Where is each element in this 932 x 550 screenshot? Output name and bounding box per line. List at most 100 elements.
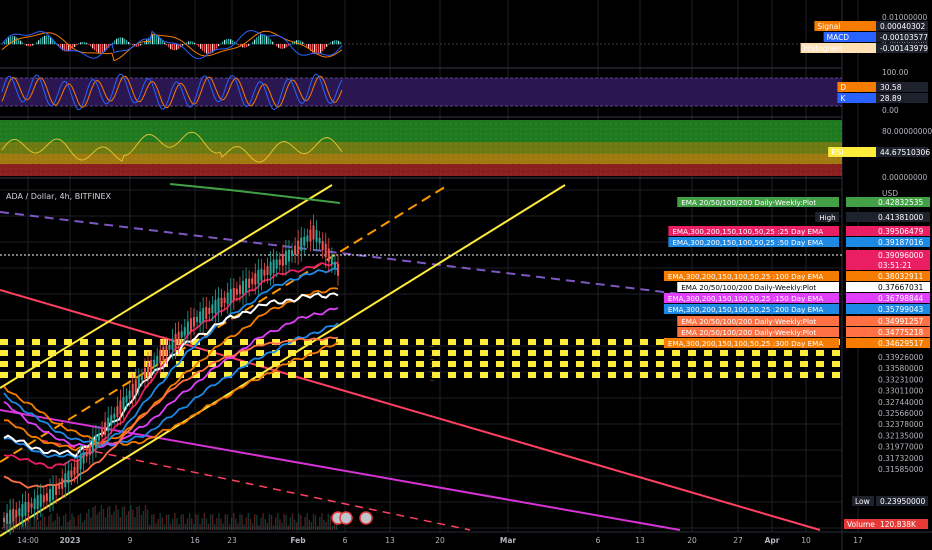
macd-histogram-bar [168, 44, 170, 48]
macd-histogram-bar [236, 43, 238, 45]
volume-bar [176, 518, 178, 530]
volume-bar [96, 514, 98, 530]
time-axis-tick: 16 [190, 536, 200, 545]
candle-body [214, 300, 217, 314]
macd-histogram-bar [250, 43, 252, 45]
trendline-purple-dashed [0, 211, 731, 301]
macd-histogram-bar [90, 44, 92, 47]
macd-histogram-bar [238, 44, 240, 46]
candle-body [140, 375, 143, 381]
volume-bar [146, 509, 149, 530]
volume-bar [65, 513, 67, 530]
time-axis-tick: Apr [765, 536, 780, 545]
candle-body [306, 235, 309, 242]
candle-body [125, 395, 128, 403]
price-tag-value: 0.37667031 [878, 283, 924, 292]
time-axis-tick: 10 [801, 536, 811, 545]
macd-histogram-bar [218, 44, 220, 47]
volume-bar [293, 519, 296, 530]
price-tag-value: 0.39506479 [878, 227, 924, 236]
volume-bar [62, 515, 65, 530]
volume-bar [243, 524, 245, 530]
macd-histogram-bar [92, 44, 94, 49]
candle-body [119, 400, 122, 415]
macd-histogram-bar [172, 44, 174, 50]
macd-histogram-bar [290, 43, 292, 45]
macd-histogram-bar [246, 44, 248, 48]
macd-histogram-bar [198, 44, 200, 47]
volume-bar [6, 513, 8, 530]
volume-bar [314, 515, 317, 530]
price-tag-label: EMA 20/50/100/200 Daily-Weekly:Plot [681, 317, 816, 326]
candle-body [330, 255, 333, 265]
time-axis-tick: 13 [385, 536, 395, 545]
volume-bar [218, 513, 220, 530]
volume-bar [77, 515, 79, 530]
time-axis-tick: 6 [596, 536, 601, 545]
macd-histogram-bar [248, 44, 250, 46]
volume-bar [56, 513, 58, 530]
price-tag-value: 0.34991257 [878, 317, 924, 326]
time-axis-tick: 17 [853, 536, 863, 545]
volume-bar [256, 514, 258, 530]
macd-histogram-bar [334, 40, 336, 45]
volume-bar [249, 518, 252, 530]
volume-bar [4, 516, 6, 530]
volume-bar [281, 522, 283, 530]
volume-bar [20, 513, 23, 530]
macd-histogram-bar [130, 43, 132, 45]
macd-histogram-bar [18, 38, 20, 45]
macd-histogram-bar [216, 44, 218, 49]
price-tag-label: EMA,300,200,150,100,50,25 :200 Day EMA [668, 305, 823, 314]
candle-body [235, 288, 238, 295]
candle-body [333, 261, 336, 268]
candle-body [294, 245, 297, 255]
volume-bar [296, 522, 298, 530]
event-marker-icon[interactable] [339, 511, 353, 525]
volume-bar [186, 518, 189, 530]
candle-body [156, 355, 159, 365]
macd-histogram-bar [30, 44, 32, 47]
macd-histogram-bar [188, 41, 190, 45]
chart-canvas[interactable]: —————————ADA / Dollar, 4h, BITFINEX0.010… [0, 0, 932, 550]
volume-bar [308, 519, 310, 530]
candle-body [159, 350, 162, 364]
time-axis-tick: 2023 [60, 536, 81, 545]
macd-legend-0-value: 0.00040302 [880, 22, 926, 31]
macd-histogram-bar [276, 44, 278, 47]
candle-body [70, 470, 73, 478]
volume-bar [165, 514, 168, 530]
event-marker-icon[interactable] [359, 511, 373, 525]
macd-histogram-bar [226, 38, 228, 45]
time-axis-tick: Mar [500, 536, 517, 545]
volume-bar [25, 520, 27, 530]
macd-histogram-bar [78, 43, 80, 45]
volume-bar [230, 517, 233, 530]
volume-bar [107, 507, 109, 530]
volume-bar [302, 525, 304, 530]
price-axis-tick: 0.31977000 [878, 443, 924, 452]
volume-bar [125, 514, 128, 530]
tradingview-chart[interactable]: — — — — — — — — — ADA / Dollar, 4h, BITFINEX 0.010… [0, 0, 932, 550]
volume-bar [41, 513, 44, 530]
macd-histogram-bar [40, 38, 42, 45]
volume-bar [67, 521, 69, 530]
candle-body [226, 292, 229, 304]
macd-histogram-bar [80, 42, 82, 45]
volume-bar [201, 518, 203, 530]
candle-body [238, 285, 241, 295]
stoch-axis-top: 100.00 [882, 68, 908, 77]
volume-bar [60, 526, 63, 530]
macd-histogram-bar [140, 44, 142, 46]
volume-bar [275, 517, 277, 530]
macd-histogram-bar [192, 41, 194, 45]
volume-bar [182, 514, 184, 530]
volume-bar [46, 526, 48, 530]
volume-bar [94, 505, 96, 530]
candle-body [318, 237, 321, 244]
macd-histogram-bar [20, 40, 22, 45]
volume-bar [188, 513, 191, 530]
macd-histogram-bar [266, 35, 268, 45]
candle-body [110, 415, 113, 426]
volume-bar [304, 517, 306, 530]
